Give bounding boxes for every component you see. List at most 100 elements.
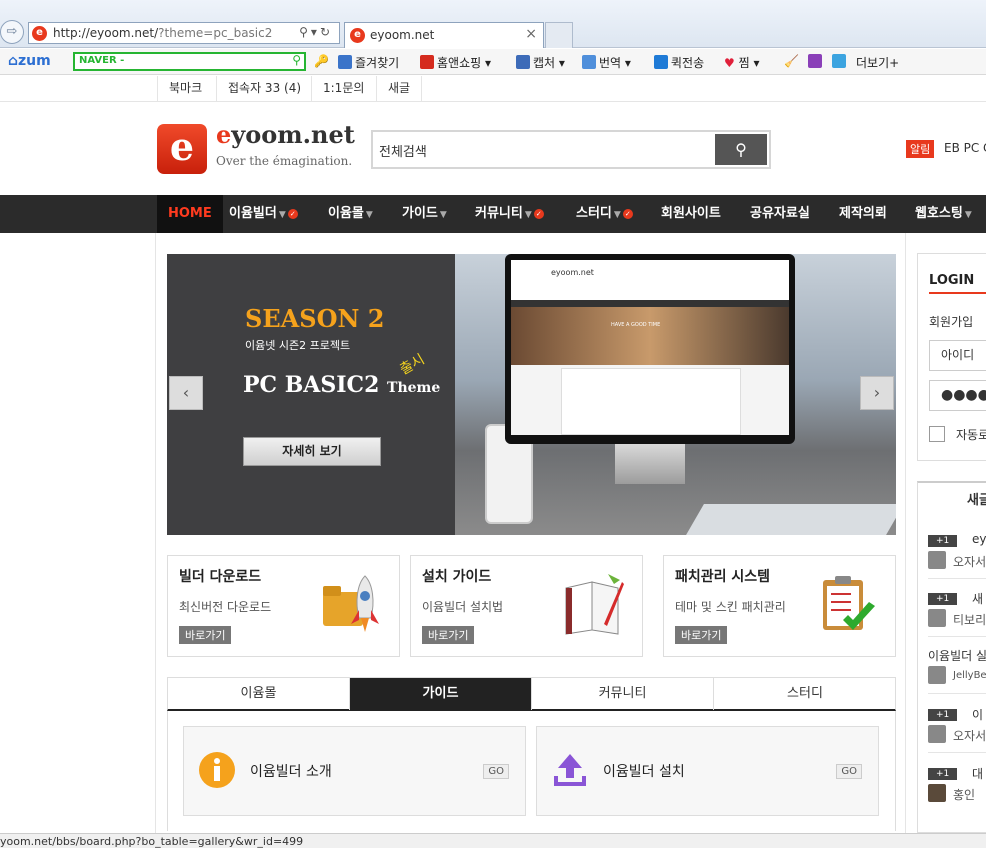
clipboard-check-icon (823, 576, 875, 630)
info-icon (199, 752, 235, 788)
nav-item-hosting[interactable]: 웹호스팅 ▼ (904, 195, 983, 233)
post-title[interactable]: 이윰빌더 실 (928, 647, 986, 664)
book-icon[interactable] (808, 54, 825, 69)
toolbar-homeshopping[interactable]: 홈앤쇼핑 ▾ (420, 54, 491, 71)
slide-detail-button[interactable]: 자세히 보기 (243, 437, 381, 466)
guide-builder-intro[interactable]: 이윰빌더 소개 GO (183, 726, 526, 816)
hero-slider: eyoom.net HAVE A GOOD TIME SEASON 2 이윰넷 … (167, 254, 896, 535)
lightning-icon (654, 55, 668, 69)
close-icon[interactable]: × (525, 26, 537, 42)
post-author: 오자서 (953, 729, 986, 743)
post-title[interactable]: 이 (972, 706, 983, 723)
search-button[interactable]: ⚲ (715, 134, 767, 165)
feature-link-button[interactable]: 바로가기 (179, 626, 232, 644)
username-input[interactable]: 아이디 (929, 340, 986, 371)
toolbar-translate[interactable]: 번역 ▾ (582, 54, 631, 71)
slide-subtitle: 이윰넷 시즌2 프로젝트 (245, 339, 351, 352)
content-tabs: 이윰몰 가이드 커뮤니티 스터디 (167, 677, 896, 711)
post-title[interactable]: 대 (972, 765, 983, 782)
search-dropdown-refresh-icon[interactable]: ⚲▾↻ (299, 25, 333, 39)
list-item[interactable]: +1 eyo 오자서 (928, 532, 986, 591)
browser-chrome: ⇨ e http://eyoom.net/?theme=pc_basic2 ⚲▾… (0, 0, 986, 48)
feature-link-button[interactable]: 바로가기 (422, 626, 475, 644)
nav-item-guide[interactable]: 가이드 ▼ (391, 195, 458, 233)
keyboard-image (686, 504, 896, 535)
browser-tab[interactable]: e eyoom.net × (344, 22, 544, 48)
feature-link-button[interactable]: 바로가기 (675, 626, 728, 644)
new-posts-box: 새글 +1 eyo 오자서 +1 새 티보리 이윰빌더 실 JellyBe +1… (917, 481, 986, 833)
site-favicon-icon: e (32, 26, 47, 41)
toolbar-quicksend[interactable]: 퀵전송 (654, 54, 704, 71)
nav-item-mall[interactable]: 이윰몰 ▼ (317, 195, 384, 233)
slider-next-button[interactable]: › (860, 376, 894, 410)
slide-image-panel: eyoom.net HAVE A GOOD TIME (455, 254, 896, 535)
join-link[interactable]: 회원가입 (929, 313, 973, 330)
house-icon (420, 55, 434, 69)
comment-count-badge: +1 (928, 593, 958, 605)
tab-mall[interactable]: 이윰몰 (168, 678, 350, 710)
upload-icon (554, 754, 586, 786)
nav-home[interactable]: HOME (157, 195, 223, 233)
book-pen-icon (565, 574, 624, 635)
status-url: yoom.net/bbs/board.php?bo_table=gallery&… (0, 835, 304, 848)
post-title[interactable]: eyo (972, 532, 986, 546)
password-input[interactable]: ●●●● (929, 380, 986, 411)
post-title[interactable]: 새 (972, 590, 983, 607)
address-bar[interactable]: e http://eyoom.net/?theme=pc_basic2 ⚲▾↻ (28, 22, 340, 44)
tab-study[interactable]: 스터디 (714, 678, 896, 710)
toolbar-more[interactable]: 더보기+ (856, 54, 899, 71)
caret-down-icon: ▼ (613, 210, 621, 220)
caret-down-icon: ▼ (278, 210, 286, 220)
post-author: JellyBe (953, 670, 986, 681)
browser-status-bar: yoom.net/bbs/board.php?bo_table=gallery&… (0, 833, 986, 848)
topbar-newposts[interactable]: 새글 (376, 76, 423, 101)
feature-builder-download[interactable]: 빌더 다운로드 최신버전 다운로드 바로가기 (167, 555, 400, 657)
site-name[interactable]: eyoom.net (216, 120, 355, 149)
monitor-image: eyoom.net HAVE A GOOD TIME (505, 254, 795, 444)
address-url[interactable]: http://eyoom.net/?theme=pc_basic2 (53, 26, 272, 40)
broom-icon[interactable]: 🧹 (784, 54, 799, 68)
list-item[interactable]: +1 새 티보리 (928, 590, 986, 649)
toolbar-wishlist[interactable]: ♥ 찜 ▾ (724, 54, 759, 71)
list-item[interactable]: +1 이 오자서 (928, 706, 986, 765)
alarm-badge[interactable]: 알림 (906, 140, 935, 158)
zum-home-button[interactable]: ⌂zum (8, 53, 51, 69)
nav-item-order[interactable]: 제작의뢰 (828, 195, 898, 233)
nav-item-member-sites[interactable]: 회원사이트 (650, 195, 732, 233)
guide-go-button[interactable]: GO (836, 764, 862, 779)
auto-login-checkbox[interactable] (929, 426, 945, 442)
list-item[interactable]: 이윰빌더 실 JellyBe (928, 647, 986, 706)
heart-icon: ♥ (724, 56, 735, 70)
topbar-inquiry[interactable]: 1:1문의 (311, 76, 375, 101)
feature-title: 패치관리 시스템 (675, 569, 771, 585)
feature-desc: 이윰빌더 설치법 (422, 600, 504, 614)
search-icon[interactable]: ⚲ (292, 53, 301, 67)
topbar-bookmark[interactable]: 북마크 (157, 76, 213, 101)
alarm-text[interactable]: EB PC C (944, 141, 986, 155)
post-author: 티보리 (953, 613, 986, 627)
toolbar-capture[interactable]: 캡처 ▾ (516, 54, 565, 71)
slider-prev-button[interactable]: ‹ (169, 376, 203, 410)
feature-install-guide[interactable]: 설치 가이드 이윰빌더 설치법 바로가기 (410, 555, 643, 657)
guide-builder-install[interactable]: 이윰빌더 설치 GO (536, 726, 879, 816)
naver-search-input[interactable]: NAVER - ⚲ (73, 52, 306, 71)
search-input[interactable] (379, 138, 709, 162)
feature-patch-system[interactable]: 패치관리 시스템 테마 및 스킨 패치관리 바로가기 (663, 555, 896, 657)
site-logo-icon[interactable]: e (157, 124, 207, 174)
twitter-icon[interactable] (832, 54, 849, 69)
nav-item-study[interactable]: 스터디 ▼ ✓ (565, 195, 644, 233)
list-item[interactable]: +1 대 홍인 (928, 765, 986, 824)
nav-item-shared-files[interactable]: 공유자료실 (739, 195, 821, 233)
monitor-stand (615, 444, 685, 484)
browser-toolbar: ⌂zum NAVER - ⚲ 🔑 즐겨찾기 홈앤쇼핑 ▾ 캡처 ▾ 번역 ▾ 퀵… (0, 49, 986, 75)
topbar-visitors[interactable]: 접속자 33 (4) (216, 76, 312, 101)
nav-item-builder[interactable]: 이윰빌더 ▼ ✓ (218, 195, 309, 233)
tab-community[interactable]: 커뮤니티 (532, 678, 714, 710)
back-arrow-icon[interactable]: ⇨ (0, 20, 24, 44)
tab-guide[interactable]: 가이드 (350, 678, 532, 710)
nav-item-community[interactable]: 커뮤니티 ▼ ✓ (464, 195, 555, 233)
key-icon[interactable]: 🔑 (314, 54, 329, 68)
toolbar-favorites[interactable]: 즐겨찾기 (338, 54, 399, 71)
new-tab-button[interactable] (545, 22, 573, 48)
guide-go-button[interactable]: GO (483, 764, 509, 779)
